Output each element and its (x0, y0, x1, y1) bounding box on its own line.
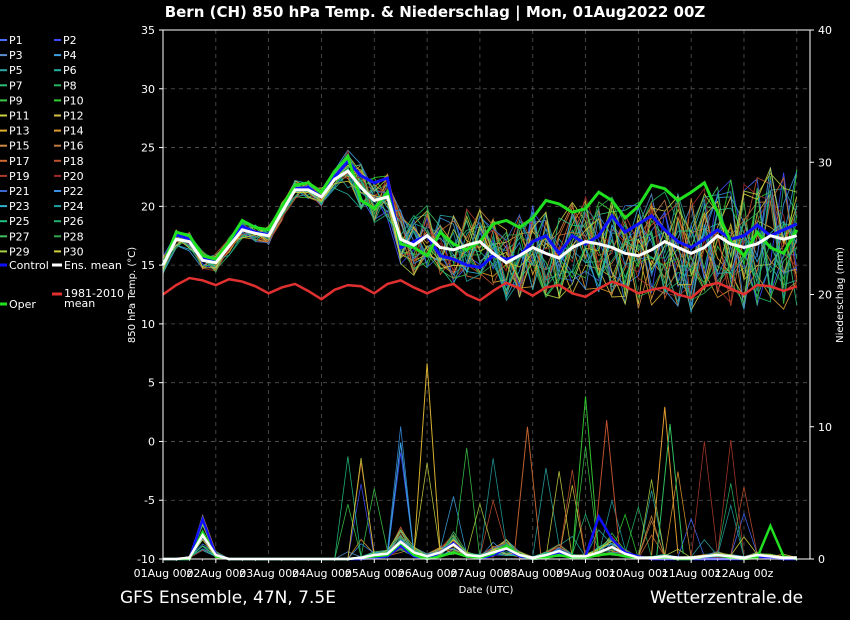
x-tick-label: 02Aug 00z (186, 567, 245, 580)
y-tick-label: 25 (141, 142, 155, 155)
x-tick-label: 05Aug 00z (345, 567, 404, 580)
x-tick-label: 11Aug 00z (662, 567, 721, 580)
x-tick-label: 04Aug 00z (292, 567, 351, 580)
y2-tick-label: 0 (818, 553, 825, 566)
legend-label-p7: P7 (9, 79, 23, 92)
legend-label-control: Control (9, 259, 49, 272)
legend-label-p3: P3 (9, 49, 23, 62)
legend-label-p16: P16 (63, 140, 84, 153)
chart-title: Bern (CH) 850 hPa Temp. & Niederschlag |… (165, 3, 706, 22)
y-tick-label: 35 (141, 24, 155, 37)
y-axis-label: 850 hPa Temp. (°C) (127, 247, 138, 343)
legend-label-p11: P11 (9, 110, 30, 123)
y2-tick-label: 30 (818, 156, 832, 169)
y-tick-label: 30 (141, 83, 155, 96)
x-tick-label: 01Aug 00z (134, 567, 193, 580)
x-tick-label: 03Aug 00z (239, 567, 298, 580)
y-tick-label: 0 (148, 435, 155, 448)
footer-model-label: GFS Ensemble, 47N, 7.5E (120, 588, 336, 608)
x-tick-label: 09Aug 00z (556, 567, 615, 580)
legend-label-p20: P20 (63, 170, 84, 183)
footer-site-label: Wetterzentrale.de (650, 588, 804, 608)
legend-label-p27: P27 (9, 230, 30, 243)
legend-label-p12: P12 (63, 110, 84, 123)
x-tick-label: 12Aug 00z (715, 567, 774, 580)
legend-label-p21: P21 (9, 185, 30, 198)
y2-tick-label: 10 (818, 421, 832, 434)
legend-label-p28: P28 (63, 230, 84, 243)
legend-label-p22: P22 (63, 185, 84, 198)
x-tick-label: 10Aug 00z (609, 567, 668, 580)
legend-label-p24: P24 (63, 200, 84, 213)
legend-label-p18: P18 (63, 155, 84, 168)
legend-label-p13: P13 (9, 125, 30, 138)
y-tick-label: -10 (137, 553, 155, 566)
legend-label-p23: P23 (9, 200, 30, 213)
x-tick-label: 07Aug 00z (451, 567, 510, 580)
legend-label-ens-mean: Ens. mean (64, 259, 122, 272)
legend-label-p10: P10 (63, 94, 84, 107)
legend-label-oper: Oper (9, 298, 36, 311)
x-tick-label: 06Aug 00z (398, 567, 457, 580)
y-tick-label: 5 (148, 377, 155, 390)
legend-label-p14: P14 (63, 125, 84, 138)
legend-label-p29: P29 (9, 245, 30, 258)
legend-label-p8: P8 (63, 79, 77, 92)
legend-label-p2: P2 (63, 34, 77, 47)
y2-axis-label: Niederschlag (mm) (835, 247, 846, 343)
legend-label-p30: P30 (63, 245, 84, 258)
legend-label-p6: P6 (63, 64, 77, 77)
x-axis-label: Date (UTC) (459, 585, 514, 596)
y-tick-label: 10 (141, 318, 155, 331)
y2-tick-label: 20 (818, 289, 832, 302)
y-tick-label: 15 (141, 259, 155, 272)
legend-label-p26: P26 (63, 215, 84, 228)
legend-label-p19: P19 (9, 170, 30, 183)
legend-label-p25: P25 (9, 215, 30, 228)
legend-label-p15: P15 (9, 140, 30, 153)
legend-label-p5: P5 (9, 64, 23, 77)
y2-tick-label: 40 (818, 24, 832, 37)
legend-label-p17: P17 (9, 155, 30, 168)
legend-label-p4: P4 (63, 49, 77, 62)
legend-label-climo-line2: mean (64, 297, 95, 310)
legend-label-p1: P1 (9, 34, 23, 47)
ensemble-chart: Bern (CH) 850 hPa Temp. & Niederschlag |… (0, 3, 846, 596)
y-tick-label: 20 (141, 200, 155, 213)
precip-peak-line (513, 426, 542, 556)
precip-ens-mean-line (163, 532, 797, 561)
y-tick-label: -5 (144, 494, 155, 507)
legend-label-p9: P9 (9, 94, 23, 107)
x-tick-label: 08Aug 00z (503, 567, 562, 580)
